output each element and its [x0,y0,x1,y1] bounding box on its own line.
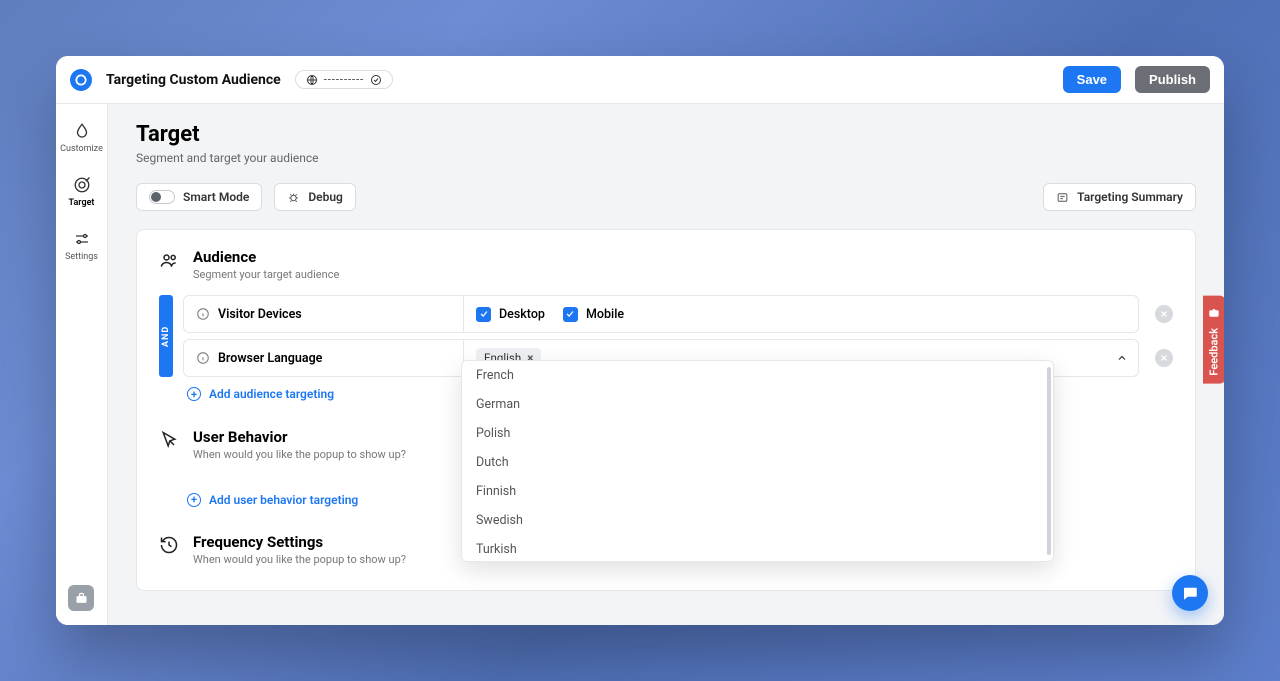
sidebar: Customize Target Settings [56,104,108,625]
sidebar-item-settings[interactable]: Settings [56,224,108,268]
globe-icon [306,74,318,86]
language-option[interactable]: Dutch [462,448,1053,477]
checkbox-icon [563,307,578,322]
targeting-summary-label: Targeting Summary [1077,190,1183,204]
debug-button[interactable]: Debug [274,183,356,211]
app-logo [70,69,92,91]
targeting-summary-button[interactable]: Targeting Summary [1043,183,1196,211]
bug-icon [287,191,300,204]
history-icon [159,535,179,555]
target-card: Audience Segment your target audience AN… [136,229,1196,591]
camera-icon [1207,306,1221,320]
user-behavior-title: User Behavior [193,428,406,446]
plus-circle-icon: + [187,387,201,401]
frequency-subtitle: When would you like the popup to show up… [193,553,406,566]
page-app-title: Targeting Custom Audience [106,72,281,88]
link-label: Add audience targeting [209,387,334,401]
feedback-tab[interactable]: Feedback [1203,296,1224,384]
check-icon [370,74,382,86]
language-option[interactable]: Polish [462,419,1053,448]
target-icon [73,176,91,194]
rule-label: Visitor Devices [218,307,302,322]
people-icon [159,250,179,270]
content-area: Target Segment and target your audience … [108,104,1224,625]
remove-rule-button[interactable] [1155,349,1173,367]
chevron-up-icon [1116,349,1128,368]
sidebar-item-customize[interactable]: Customize [56,116,108,160]
app-window: Targeting Custom Audience ---------- Sav… [56,56,1224,625]
summary-icon [1056,191,1069,204]
frequency-title: Frequency Settings [193,533,406,551]
dropdown-scrollbar[interactable] [1047,367,1051,555]
smart-mode-label: Smart Mode [183,190,249,204]
briefcase-button[interactable] [68,585,94,611]
page-subtitle: Segment and target your audience [136,151,1196,165]
page-title: Target [136,122,1196,147]
add-user-behavior-targeting-link[interactable]: + Add user behavior targeting [187,493,358,507]
status-pill[interactable]: ---------- [295,70,393,89]
link-label: Add user behavior targeting [209,493,358,507]
language-option[interactable]: Turkish [462,535,1053,561]
info-icon [196,351,210,365]
and-rail: AND [159,295,173,377]
section-audience-header: Audience Segment your target audience [159,248,1173,281]
checkbox-desktop[interactable]: Desktop [476,307,545,322]
add-audience-targeting-link[interactable]: + Add audience targeting [187,387,334,401]
remove-rule-button[interactable] [1155,305,1173,323]
smart-mode-toggle[interactable]: Smart Mode [136,183,262,211]
language-option[interactable]: French [462,361,1053,390]
audience-subtitle: Segment your target audience [193,268,339,281]
language-option[interactable]: German [462,390,1053,419]
sliders-icon [73,230,91,248]
save-button[interactable]: Save [1063,66,1121,93]
checkbox-label: Mobile [586,307,624,322]
publish-button[interactable]: Publish [1135,66,1210,93]
language-option[interactable]: Finnish [462,477,1053,506]
plus-circle-icon: + [187,493,201,507]
chat-button[interactable] [1172,575,1208,611]
cursor-icon [159,430,179,450]
audience-title: Audience [193,248,339,266]
toggle-switch-icon [149,190,175,204]
sidebar-item-target[interactable]: Target [56,170,108,214]
feedback-label: Feedback [1208,328,1221,376]
language-option[interactable]: Swedish [462,506,1053,535]
checkbox-icon [476,307,491,322]
checkbox-label: Desktop [499,307,545,322]
sidebar-item-label: Target [69,198,95,208]
topbar: Targeting Custom Audience ---------- Sav… [56,56,1224,104]
rule-row-visitor-devices: Visitor Devices Desktop Mob [183,295,1173,333]
rule-label: Browser Language [218,351,322,366]
debug-label: Debug [308,190,343,204]
language-dropdown[interactable]: FrenchGermanPolishDutchFinnishSwedishTur… [461,360,1054,562]
sidebar-item-label: Settings [65,252,98,262]
checkbox-mobile[interactable]: Mobile [563,307,624,322]
user-behavior-subtitle: When would you like the popup to show up… [193,448,406,461]
info-icon [196,307,210,321]
sidebar-item-label: Customize [60,144,103,154]
status-dashes: ---------- [324,73,364,86]
drop-icon [73,122,91,140]
